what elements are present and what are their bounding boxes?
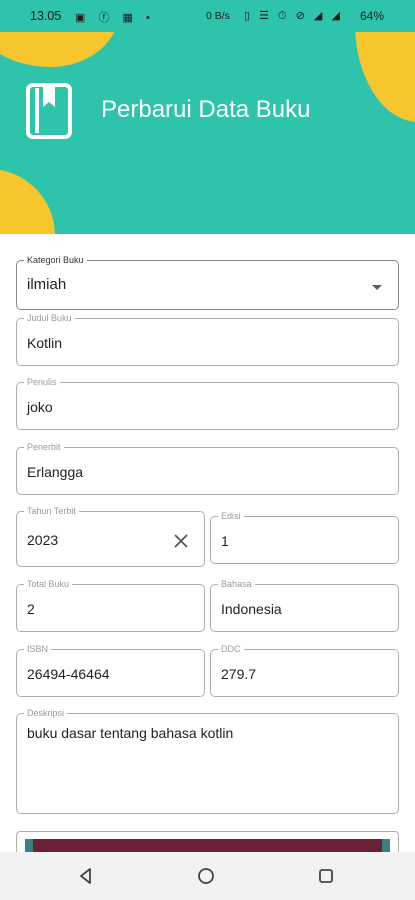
system-navigation-bar — [0, 852, 415, 900]
recents-icon[interactable] — [316, 866, 336, 886]
page-header: Perbarui Data Buku — [0, 32, 415, 234]
back-icon[interactable] — [76, 866, 96, 886]
tahun-value: 2023 — [27, 532, 59, 548]
status-bar: 13.05 ▣ ⓕ ▦ • 0 B/s ▯ ☰ ⏱ ⊘ ◢ ◢ 64% — [0, 0, 415, 32]
ddc-label: DDC — [218, 643, 244, 655]
ddc-value: 279.7 — [221, 666, 257, 682]
penerbit-value: Erlangga — [27, 464, 84, 480]
bahasa-field[interactable]: Bahasa Indonesia — [210, 578, 399, 632]
penulis-label: Penulis — [24, 376, 60, 388]
network-speed: 0 B/s — [206, 10, 230, 22]
judul-value: Kotlin — [27, 335, 63, 351]
edisi-label: Edisi — [218, 510, 244, 522]
bahasa-label: Bahasa — [218, 578, 255, 590]
ddc-field[interactable]: DDC 279.7 — [210, 643, 399, 697]
deskripsi-textarea[interactable]: Deskripsi buku dasar tentang bahasa kotl… — [16, 707, 399, 814]
penulis-value: joko — [27, 399, 53, 415]
decorative-blob — [355, 32, 415, 122]
decorative-blob — [0, 169, 55, 234]
total-buku-field[interactable]: Total Buku 2 — [16, 578, 205, 632]
edisi-field[interactable]: Edisi 1 — [210, 510, 399, 564]
kategori-dropdown[interactable]: Kategori Buku ilmiah — [16, 254, 399, 310]
total-buku-value: 2 — [27, 601, 35, 617]
edisi-value: 1 — [221, 533, 229, 549]
total-buku-label: Total Buku — [24, 578, 73, 590]
book-icon — [26, 83, 72, 139]
system-status-icons: ▯ ☰ ⏱ ⊘ ◢ ◢ — [244, 10, 343, 22]
penulis-field[interactable]: Penulis joko — [16, 376, 399, 430]
page-title: Perbarui Data Buku — [101, 96, 311, 123]
penerbit-label: Penerbit — [24, 441, 64, 453]
battery-level: 64% — [360, 9, 385, 23]
clear-icon[interactable] — [172, 532, 190, 550]
home-icon[interactable] — [196, 866, 216, 886]
isbn-value: 26494-46464 — [27, 666, 110, 682]
notification-icons: ▣ ⓕ ▦ • — [75, 12, 155, 24]
kategori-label: Kategori Buku — [24, 254, 87, 266]
deskripsi-label: Deskripsi — [24, 707, 68, 719]
tahun-field[interactable]: Tahun Terbit 2023 — [16, 505, 205, 567]
deskripsi-value: buku dasar tentang bahasa kotlin — [27, 725, 234, 741]
bahasa-value: Indonesia — [221, 601, 282, 617]
judul-field[interactable]: Judul Buku Kotlin — [16, 312, 399, 366]
tahun-label: Tahun Terbit — [24, 505, 79, 517]
judul-label: Judul Buku — [24, 312, 75, 324]
status-time: 13.05 — [30, 9, 62, 23]
penerbit-field[interactable]: Penerbit Erlangga — [16, 441, 399, 495]
kategori-value: ilmiah — [27, 276, 67, 293]
isbn-field[interactable]: ISBN 26494-46464 — [16, 643, 205, 697]
isbn-label: ISBN — [24, 643, 52, 655]
chevron-down-icon[interactable] — [372, 285, 382, 290]
decorative-blob — [0, 32, 120, 67]
